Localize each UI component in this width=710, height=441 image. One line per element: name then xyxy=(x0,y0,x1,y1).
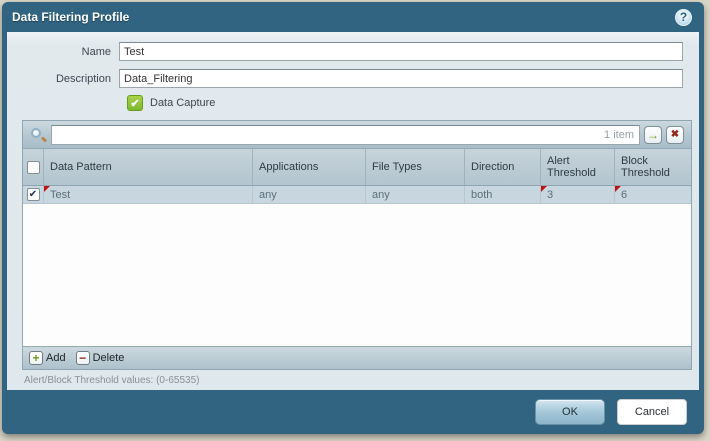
cancel-button[interactable]: Cancel xyxy=(617,399,687,425)
cell-value: any xyxy=(259,189,277,201)
column-header-label: Data Pattern xyxy=(50,161,112,173)
minus-icon: − xyxy=(76,351,90,365)
description-row: Description xyxy=(7,69,683,88)
cell-value: any xyxy=(372,189,390,201)
filter-input[interactable] xyxy=(57,129,604,141)
add-button-label: Add xyxy=(46,352,66,364)
dialog-content: Name Description ✔ Data Capture 1 item xyxy=(7,32,699,390)
close-icon: ✖ xyxy=(671,130,679,140)
column-header-applications[interactable]: Applications xyxy=(253,149,366,185)
data-capture-label: Data Capture xyxy=(150,97,215,109)
cell-applications[interactable]: any xyxy=(253,186,366,203)
table-toolbar: + Add − Delete xyxy=(23,346,691,369)
data-capture-checkbox[interactable]: ✔ xyxy=(127,95,143,111)
threshold-hint: Alert/Block Threshold values: (0-65535) xyxy=(24,375,199,386)
column-header-label: Direction xyxy=(471,161,514,173)
plus-icon: + xyxy=(29,351,43,365)
clear-filter-button[interactable]: ✖ xyxy=(666,126,684,144)
data-filtering-profile-dialog: Data Filtering Profile ? Name Descriptio… xyxy=(2,2,704,434)
dialog-footer: OK Cancel xyxy=(2,390,704,434)
add-button[interactable]: + Add xyxy=(29,351,66,365)
arrow-right-icon: → xyxy=(647,129,659,141)
column-header-label: Alert Threshold xyxy=(547,155,608,179)
item-count: 1 item xyxy=(604,129,634,141)
search-icon xyxy=(29,126,47,144)
column-header-data-pattern[interactable]: Data Pattern xyxy=(44,149,253,185)
row-select-cell: ✔ xyxy=(23,186,44,203)
cell-value: both xyxy=(471,189,492,201)
edited-marker-icon xyxy=(541,186,547,192)
filter-field[interactable]: 1 item xyxy=(51,125,640,145)
cell-block-threshold[interactable]: 6 xyxy=(615,186,691,203)
description-label: Description xyxy=(7,73,119,85)
name-label: Name xyxy=(7,46,119,58)
cell-value: Test xyxy=(50,189,70,201)
column-header-file-types[interactable]: File Types xyxy=(366,149,465,185)
edited-marker-icon xyxy=(44,186,50,192)
column-header-direction[interactable]: Direction xyxy=(465,149,541,185)
delete-button[interactable]: − Delete xyxy=(76,351,125,365)
help-icon[interactable]: ? xyxy=(675,9,692,26)
cell-data-pattern[interactable]: Test xyxy=(44,186,253,203)
dialog-title: Data Filtering Profile xyxy=(12,10,675,24)
check-icon: ✔ xyxy=(130,97,139,110)
cell-alert-threshold[interactable]: 3 xyxy=(541,186,615,203)
column-header-block-threshold[interactable]: Block Threshold xyxy=(615,149,691,185)
cell-value: 6 xyxy=(621,189,627,201)
data-pattern-table-panel: 1 item → ✖ Data Pattern Applications xyxy=(22,120,692,370)
filter-toolbar: 1 item → ✖ xyxy=(23,121,691,149)
dialog-titlebar: Data Filtering Profile ? xyxy=(2,2,704,32)
table-header-row: Data Pattern Applications File Types Dir… xyxy=(23,149,691,186)
edited-marker-icon xyxy=(615,186,621,192)
cell-file-types[interactable]: any xyxy=(366,186,465,203)
column-header-label: File Types xyxy=(372,161,422,173)
select-all-cell xyxy=(23,149,44,185)
check-icon: ✔ xyxy=(29,189,37,200)
name-input[interactable] xyxy=(119,42,683,61)
description-input[interactable] xyxy=(119,69,683,88)
row-checkbox[interactable]: ✔ xyxy=(27,188,40,201)
name-row: Name xyxy=(7,42,683,61)
table-empty-area xyxy=(23,204,691,346)
column-header-label: Block Threshold xyxy=(621,155,685,179)
table-row[interactable]: ✔ Test any any both 3 xyxy=(23,186,691,204)
delete-button-label: Delete xyxy=(93,352,125,364)
apply-filter-button[interactable]: → xyxy=(644,126,662,144)
cell-value: 3 xyxy=(547,189,553,201)
cell-direction[interactable]: both xyxy=(465,186,541,203)
ok-button[interactable]: OK xyxy=(535,399,605,425)
column-header-label: Applications xyxy=(259,161,318,173)
data-capture-row: ✔ Data Capture xyxy=(127,95,683,111)
column-header-alert-threshold[interactable]: Alert Threshold xyxy=(541,149,615,185)
select-all-checkbox[interactable] xyxy=(27,161,40,174)
